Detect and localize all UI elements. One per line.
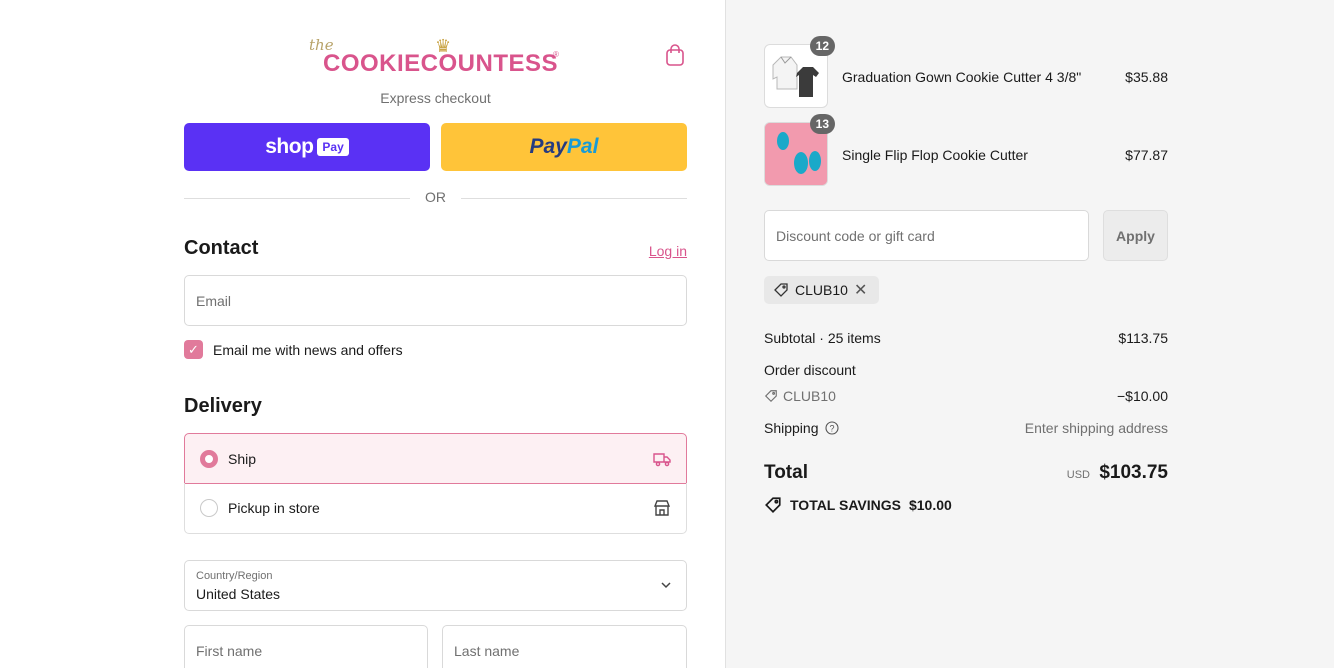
currency-code: USD [1066, 469, 1090, 481]
first-name-placeholder: First name [196, 643, 263, 659]
total-value: $103.75 [1099, 462, 1168, 483]
total-savings: TOTAL SAVINGS $10.00 [764, 496, 952, 514]
savings-label: TOTAL SAVINGS [790, 497, 901, 513]
first-name-field[interactable]: First name [184, 625, 428, 668]
discount-code-row: CLUB10 [764, 388, 836, 404]
contact-heading: Contact [184, 237, 259, 259]
tag-icon [774, 283, 788, 297]
pickup-label: Pickup in store [228, 500, 320, 516]
country-value: United States [196, 586, 281, 602]
item-name: Single Flip Flop Cookie Cutter [842, 147, 1028, 163]
newsletter-checkbox[interactable]: ✓ [184, 340, 203, 359]
truck-icon [653, 453, 671, 467]
item-price: $77.87 [1125, 147, 1168, 163]
subtotal-label: Subtotal · 25 items [764, 330, 881, 346]
help-icon[interactable]: ? [824, 421, 839, 435]
shopping-bag-icon[interactable] [662, 42, 688, 68]
shop-pay-box: Pay [317, 138, 349, 156]
logo-text: COOKIECOUNTESS [323, 50, 559, 77]
delivery-heading: Delivery [184, 395, 262, 417]
quantity-badge: 12 [809, 36, 835, 56]
email-field[interactable]: Email [184, 275, 687, 326]
applied-code: CLUB10 [795, 282, 848, 298]
newsletter-label: Email me with news and offers [213, 342, 403, 358]
savings-value: $10.00 [908, 497, 952, 513]
product-thumbnail: 12 [764, 36, 835, 108]
shipping-value: Enter shipping address [1024, 420, 1168, 436]
discount-code-input[interactable]: Discount code or gift card [764, 210, 1089, 261]
delivery-option-ship[interactable]: Ship [184, 433, 687, 484]
item-name: Graduation Gown Cookie Cutter 4 3/8" [842, 69, 1082, 85]
tag-icon [765, 497, 781, 513]
quantity-badge: 13 [809, 114, 835, 134]
express-checkout-label: Express checkout [380, 90, 491, 106]
pickup-radio[interactable] [200, 499, 218, 517]
applied-discount-tag: CLUB10 ✕ [764, 276, 879, 304]
paypal-word-pal: Pal [566, 135, 599, 158]
discount-code-text: CLUB10 [783, 388, 836, 404]
email-placeholder: Email [196, 293, 232, 309]
total-label: Total [764, 462, 808, 483]
product-thumbnail: 13 [764, 114, 835, 186]
apply-button[interactable]: Apply [1103, 210, 1168, 261]
login-link[interactable]: Log in [600, 243, 687, 259]
country-select[interactable]: Country/Region United States [184, 560, 687, 611]
logo-registered: ® [553, 50, 559, 59]
or-divider: OR [184, 189, 687, 207]
country-label: Country/Region [196, 570, 273, 582]
store-logo[interactable]: the ♛ COOKIECOUNTESS ® [307, 36, 563, 78]
remove-discount-icon[interactable]: ✕ [854, 280, 867, 300]
discount-placeholder: Discount code or gift card [776, 228, 935, 244]
order-discount-label: Order discount [764, 362, 856, 378]
tag-icon [764, 390, 777, 403]
last-name-field[interactable]: Last name [442, 625, 687, 668]
discount-value: −$10.00 [1117, 388, 1168, 404]
paypal-word-pay: Pay [529, 135, 567, 158]
ship-radio[interactable] [200, 450, 218, 468]
or-text: OR [425, 189, 446, 205]
paypal-button[interactable]: Pay Pal [441, 123, 687, 171]
subtotal-value: $113.75 [1118, 330, 1168, 346]
checkout-form-panel: the ♛ COOKIECOUNTESS ® Express checkout … [0, 0, 726, 668]
svg-text:?: ? [829, 424, 834, 434]
item-price: $35.88 [1125, 69, 1168, 85]
store-icon [653, 500, 671, 516]
shipping-label: Shipping [764, 420, 819, 436]
shop-pay-word: shop [265, 135, 314, 158]
chevron-down-icon [661, 582, 671, 589]
ship-label: Ship [228, 451, 257, 467]
shop-pay-button[interactable]: shop Pay [184, 123, 430, 171]
last-name-placeholder: Last name [454, 643, 520, 659]
shipping-row: Shipping ? [764, 420, 839, 436]
delivery-option-pickup[interactable]: Pickup in store [184, 483, 687, 534]
